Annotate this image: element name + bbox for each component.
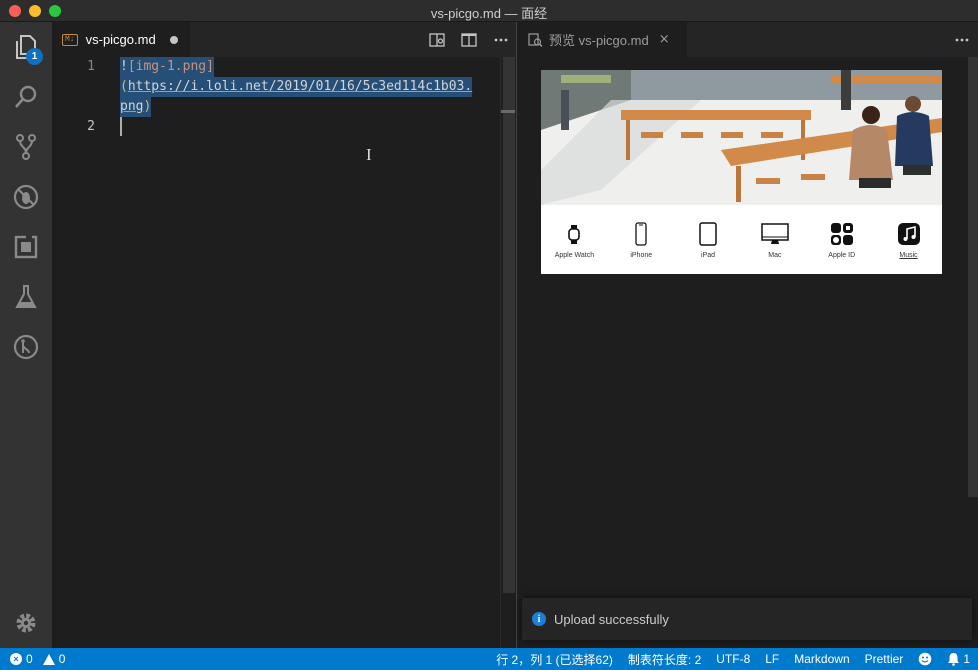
problems-indicator[interactable]: × 0 0 — [10, 648, 65, 670]
store-photo-illustration — [541, 70, 942, 205]
store-photo — [541, 70, 942, 205]
notification-toast[interactable]: i Upload successfully — [522, 598, 972, 640]
nav-iphone[interactable]: iPhone — [611, 220, 671, 270]
cursor-position[interactable]: 行 2，列 1 (已选择62) — [496, 651, 613, 668]
code-editor[interactable]: 1 2 ![img-1.png] (https://i.loli.net/201… — [52, 57, 517, 648]
title-bar: vs-picgo.md — 面经 — [0, 0, 978, 22]
smiley-icon — [919, 652, 932, 666]
info-icon: i — [532, 612, 546, 626]
tab-label: vs-picgo.md — [85, 32, 156, 47]
image-alt-text: [img-1.png] — [127, 59, 214, 74]
iphone-icon — [635, 222, 647, 246]
source-control-button[interactable] — [0, 122, 52, 172]
nav-label: iPhone — [630, 252, 653, 259]
nav-label: Apple ID — [828, 252, 856, 259]
notification-message: Upload successfully — [554, 611, 669, 627]
scrollbar-thumb[interactable] — [503, 57, 515, 593]
encoding[interactable]: UTF-8 — [716, 652, 750, 666]
extensions-icon — [14, 235, 38, 259]
ibeam-pointer-icon: I — [366, 145, 372, 164]
nav-label: Mac — [768, 252, 782, 259]
close-icon[interactable]: × — [659, 32, 670, 47]
git-lens-button[interactable] — [0, 322, 52, 372]
search-button[interactable] — [0, 72, 52, 122]
more-actions-icon[interactable] — [954, 32, 970, 48]
flask-icon — [15, 285, 37, 308]
nav-apple-id[interactable]: Apple ID — [812, 220, 872, 270]
preview-icon — [528, 32, 543, 47]
gear-icon — [16, 613, 36, 633]
tab-label: 预览 vs-picgo.md — [549, 33, 649, 48]
activity-bar: 1 — [0, 22, 52, 648]
apple-watch-icon — [568, 225, 581, 244]
code-line: (https://i.loli.net/2019/01/16/5c3ed114c… — [120, 77, 473, 97]
error-count: 0 — [26, 652, 33, 666]
git-branch-icon — [16, 134, 36, 160]
code-line: ![img-1.png] — [120, 57, 214, 77]
editor-actions — [429, 22, 509, 57]
manage-button[interactable] — [0, 598, 52, 648]
debug-button[interactable] — [0, 172, 52, 222]
more-actions-icon[interactable] — [493, 32, 509, 48]
notifications-count: 1 — [963, 652, 970, 666]
explorer-button[interactable]: 1 — [0, 22, 52, 72]
product-nav: Apple Watch iPhone iPad Mac Apple ID Mus… — [541, 220, 942, 270]
warning-count: 0 — [58, 652, 66, 666]
unsaved-dot-icon[interactable] — [169, 35, 178, 44]
nav-label: iPad — [701, 252, 716, 259]
editor-tab-bar: M↓ vs-picgo.md — [52, 22, 517, 57]
paren-close: ) — [143, 99, 152, 114]
status-bar-right: 行 2，列 1 (已选择62) 制表符长度: 2 UTF-8 LF Markdo… — [496, 648, 970, 670]
language-mode[interactable]: Markdown — [794, 652, 849, 666]
nav-mac[interactable]: Mac — [745, 220, 805, 270]
preview-tab-bar: 预览 vs-picgo.md × — [517, 22, 978, 57]
paren-open: ( — [120, 79, 128, 94]
tab-size[interactable]: 制表符长度: 2 — [628, 651, 701, 668]
ipad-icon — [699, 222, 717, 246]
image-url-continued[interactable]: png — [120, 99, 143, 114]
no-bug-icon — [13, 184, 39, 210]
nav-ipad[interactable]: iPad — [678, 220, 738, 270]
status-bar: × 0 0 行 2，列 1 (已选择62) 制表符长度: 2 UTF-8 LF … — [0, 648, 978, 670]
test-button[interactable] — [0, 272, 52, 322]
feedback-button[interactable] — [918, 652, 932, 666]
tab-vs-picgo-md[interactable]: M↓ vs-picgo.md — [52, 22, 190, 57]
tab-preview[interactable]: 预览 vs-picgo.md × — [517, 22, 687, 57]
window-title: vs-picgo.md — 面经 — [430, 6, 548, 21]
nav-apple-watch[interactable]: Apple Watch — [544, 220, 604, 270]
markdown-preview: Apple Watch iPhone iPad Mac Apple ID Mus… — [517, 57, 978, 648]
error-icon: × — [10, 653, 22, 665]
nav-label: Apple Watch — [554, 252, 595, 259]
nav-label: Music — [899, 252, 918, 259]
explorer-badge: 1 — [26, 48, 43, 65]
search-icon — [15, 85, 37, 108]
music-icon — [897, 223, 920, 245]
line-number: 1 — [87, 59, 95, 74]
code-line: png) — [120, 97, 152, 117]
markdown-file-icon: M↓ — [62, 33, 78, 46]
extensions-button[interactable] — [0, 222, 52, 272]
split-editor-icon[interactable] — [461, 32, 477, 48]
notifications-button[interactable]: 1 — [947, 652, 970, 666]
text-cursor — [120, 117, 122, 136]
git-history-icon — [13, 334, 39, 360]
bell-icon — [948, 653, 960, 666]
open-preview-icon[interactable] — [429, 32, 445, 48]
editor-scrollbar[interactable] — [500, 57, 515, 648]
nav-music[interactable]: Music — [879, 220, 939, 270]
preview-image: Apple Watch iPhone iPad Mac Apple ID Mus… — [541, 70, 942, 274]
apple-id-icon — [830, 223, 853, 245]
warning-icon — [42, 653, 55, 665]
line-number-gutter: 1 2 — [52, 57, 102, 648]
mac-icon — [761, 223, 789, 244]
image-url[interactable]: https://i.loli.net/2019/01/16/5c3ed114c1… — [128, 79, 472, 94]
image-bang: ! — [120, 59, 128, 74]
line-ending[interactable]: LF — [765, 652, 779, 666]
preview-actions — [954, 22, 970, 57]
preview-scrollbar[interactable] — [968, 57, 978, 497]
selection-marker — [501, 110, 515, 113]
prettier-status[interactable]: Prettier — [865, 652, 904, 666]
line-number: 2 — [87, 119, 95, 134]
